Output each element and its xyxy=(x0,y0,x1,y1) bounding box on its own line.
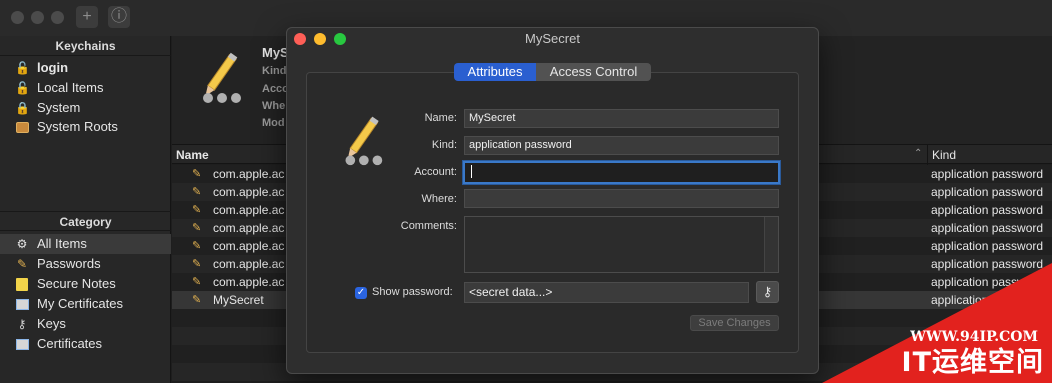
pencil-icon: ✎ xyxy=(192,168,202,180)
sidebar-item-label: All Items xyxy=(37,236,87,251)
minimize-window-button[interactable] xyxy=(31,11,44,24)
account-field[interactable] xyxy=(462,160,781,185)
sidebar-item-system-roots[interactable]: System Roots xyxy=(0,117,171,137)
sidebar-item-certificates[interactable]: Certificates xyxy=(0,334,171,354)
sidebar-item-label: Passwords xyxy=(37,256,101,271)
save-changes-button[interactable]: Save Changes xyxy=(690,315,779,331)
add-item-button[interactable]: + xyxy=(76,6,98,28)
keychains-title: Keychains xyxy=(0,36,171,56)
sidebar-item-all-items[interactable]: ⚙ All Items xyxy=(0,234,171,254)
sidebar: Keychains 🔓 login 🔓 Local Items 🔒 System… xyxy=(0,36,171,383)
lock-open-icon: 🔓 xyxy=(15,61,30,75)
lock-open-icon: 🔓 xyxy=(15,81,30,95)
where-field[interactable] xyxy=(464,189,779,208)
show-password-label: Show password: xyxy=(372,286,453,298)
row-name: com.apple.ac xyxy=(213,185,285,199)
pencil-icon: ✎ xyxy=(192,204,202,216)
all-items-icon: ⚙ xyxy=(16,237,28,251)
sidebar-item-secure-notes[interactable]: Secure Notes xyxy=(0,274,171,294)
detail-modified-label: Mod xyxy=(262,117,285,129)
item-info-dialog: MySecret Attributes Access Control Name:… xyxy=(286,27,819,374)
category-title: Category xyxy=(0,211,171,231)
certificate-icon xyxy=(15,337,29,351)
kind-label: Kind: xyxy=(431,139,457,151)
tab-attributes[interactable]: Attributes xyxy=(454,63,536,81)
sidebar-item-label: My Certificates xyxy=(37,296,123,311)
sidebar-item-label: System xyxy=(37,100,81,115)
row-kind: application password xyxy=(931,203,1044,217)
row-name: com.apple.ac xyxy=(213,221,285,235)
key-icon: ⚷ xyxy=(17,317,27,331)
password-field[interactable]: <secret data...> xyxy=(464,282,749,303)
key-button[interactable]: ⚷ xyxy=(756,281,779,303)
note-icon xyxy=(15,277,29,291)
where-label: Where: xyxy=(421,193,457,205)
pencil-icon xyxy=(203,52,241,103)
pencil-icon: ✎ xyxy=(16,257,28,271)
sidebar-item-login[interactable]: 🔓 login xyxy=(0,58,171,78)
row-kind: application password xyxy=(931,221,1044,235)
key-icon: ⚷ xyxy=(762,284,773,299)
info-button[interactable]: ⓘ xyxy=(108,6,130,28)
sidebar-item-label: login xyxy=(37,60,69,75)
pencil-icon: ✎ xyxy=(192,294,202,306)
account-label: Account: xyxy=(414,166,457,178)
certificate-icon xyxy=(15,297,29,311)
column-header-name[interactable]: Name xyxy=(176,148,209,162)
comments-scrollbar[interactable] xyxy=(764,217,778,272)
close-window-button[interactable] xyxy=(11,11,24,24)
name-label: Name: xyxy=(424,112,457,124)
comments-field[interactable] xyxy=(464,216,779,273)
detail-kind-label: Kind xyxy=(262,65,287,77)
pencil-icon: ✎ xyxy=(192,258,202,270)
sidebar-item-keys[interactable]: ⚷ Keys xyxy=(0,314,171,334)
sidebar-item-label: Keys xyxy=(37,316,66,331)
row-name: com.apple.ac xyxy=(213,257,285,271)
kind-field[interactable]: application password xyxy=(464,136,779,155)
show-password-checkbox[interactable]: ✓ xyxy=(355,287,367,299)
detail-account-label: Acco xyxy=(262,83,289,95)
sort-ascending-icon: ⌃ xyxy=(914,148,923,159)
row-name: com.apple.ac xyxy=(213,275,285,289)
column-header-kind[interactable]: Kind xyxy=(932,148,956,162)
row-name: com.apple.ac xyxy=(213,239,285,253)
sidebar-item-label: Certificates xyxy=(37,336,103,351)
tab-access-control[interactable]: Access Control xyxy=(536,63,651,81)
sidebar-item-system[interactable]: 🔒 System xyxy=(0,98,171,118)
zoom-window-button[interactable] xyxy=(51,11,64,24)
pencil-icon: ✎ xyxy=(192,240,202,252)
detail-item-name: MyS xyxy=(262,45,289,60)
comments-label: Comments: xyxy=(400,220,457,232)
row-name: MySecret xyxy=(213,293,264,307)
dialog-title: MySecret xyxy=(525,31,580,46)
row-name: com.apple.ac xyxy=(213,203,285,217)
sidebar-item-label: Local Items xyxy=(37,80,104,95)
pencil-icon: ✎ xyxy=(192,222,202,234)
watermark-brand: IT运维空间 xyxy=(901,347,1044,378)
lock-icon: 🔒 xyxy=(15,101,30,115)
watermark-logo: WWW.94IP.COM IT运维空间 xyxy=(822,263,1052,383)
name-field[interactable]: MySecret xyxy=(464,109,779,128)
close-dialog-button[interactable] xyxy=(294,33,306,45)
pencil-icon: ✎ xyxy=(192,276,202,288)
sidebar-item-my-certificates[interactable]: My Certificates xyxy=(0,294,171,314)
sidebar-item-label: System Roots xyxy=(37,119,118,134)
minimize-dialog-button[interactable] xyxy=(314,33,326,45)
cabinet-icon xyxy=(15,120,29,134)
sidebar-item-local-items[interactable]: 🔓 Local Items xyxy=(0,78,171,98)
sidebar-item-passwords[interactable]: ✎ Passwords xyxy=(0,254,171,274)
row-kind: application password xyxy=(931,239,1044,253)
detail-where-label: Whe xyxy=(262,100,286,112)
zoom-dialog-button[interactable] xyxy=(334,33,346,45)
pencil-icon: ✎ xyxy=(192,186,202,198)
row-kind: application password xyxy=(931,167,1044,181)
sidebar-item-label: Secure Notes xyxy=(37,276,116,291)
row-kind: application password xyxy=(931,185,1044,199)
row-name: com.apple.ac xyxy=(213,167,285,181)
text-cursor xyxy=(471,164,472,178)
column-divider[interactable] xyxy=(927,145,928,165)
